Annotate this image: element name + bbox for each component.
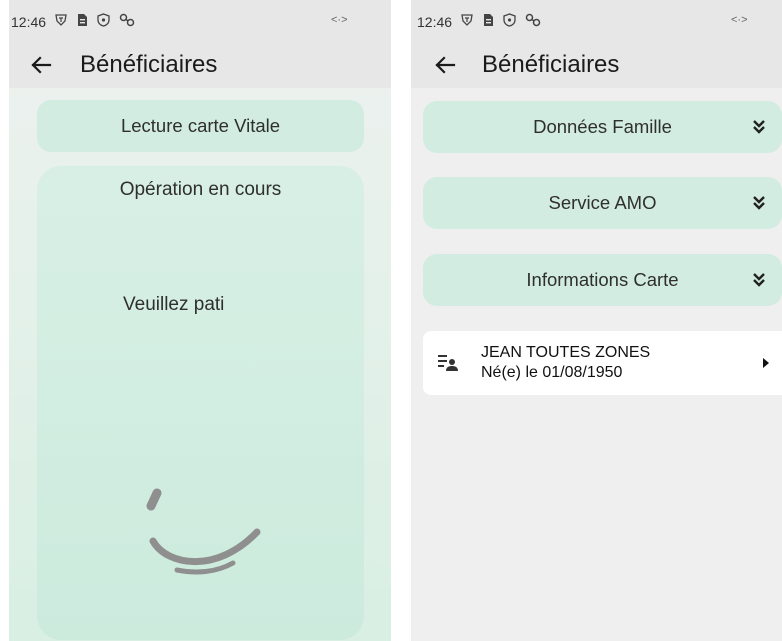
page-title: Bénéficiaires bbox=[482, 51, 620, 78]
sim-card-icon bbox=[77, 13, 88, 27]
beneficiary-name: JEAN TOUTES ZONES bbox=[481, 344, 651, 361]
app-bar: Bénéficiaires bbox=[411, 42, 782, 88]
page-title: Bénéficiaires bbox=[80, 51, 218, 78]
security-shield-icon bbox=[97, 13, 110, 27]
status-bar: 12:46 <·> bbox=[9, 0, 391, 42]
right-phone-screen: 12:46 <·> Bénéficiaires Données Famille bbox=[411, 0, 782, 641]
section-informations-carte[interactable]: Informations Carte bbox=[423, 254, 782, 306]
beneficiary-birth-date: Né(e) le 01/08/1950 bbox=[481, 364, 623, 381]
beneficiary-list-item[interactable]: JEAN TOUTES ZONES Né(e) le 01/08/1950 bbox=[423, 331, 782, 395]
shield-badge-icon bbox=[460, 13, 474, 27]
status-bar: 12:46 <·> bbox=[411, 0, 782, 42]
sim-card-icon bbox=[483, 13, 494, 27]
section-label: Informations Carte bbox=[526, 269, 679, 290]
section-label: Données Famille bbox=[533, 116, 672, 137]
operation-message: Veuillez pati bbox=[123, 294, 225, 315]
section-donnees-famille[interactable]: Données Famille bbox=[423, 101, 782, 153]
read-vitale-card-label: Lecture carte Vitale bbox=[120, 115, 281, 136]
status-icons bbox=[54, 13, 135, 27]
data-activity-indicator: <·> bbox=[331, 14, 348, 26]
status-icons bbox=[460, 13, 541, 27]
read-vitale-card-button[interactable]: Lecture carte Vitale bbox=[37, 100, 364, 152]
operation-in-progress-panel: Opération en cours Veuillez pati bbox=[37, 166, 364, 640]
link-icon bbox=[119, 13, 135, 27]
chevron-right-icon bbox=[763, 358, 769, 368]
security-shield-icon bbox=[503, 13, 516, 27]
person-list-icon bbox=[438, 355, 458, 371]
section-service-amo[interactable]: Service AMO bbox=[423, 177, 782, 229]
chevron-double-down-icon bbox=[753, 273, 765, 287]
operation-title: Opération en cours bbox=[119, 179, 282, 200]
back-arrow-icon[interactable] bbox=[432, 52, 458, 78]
back-arrow-icon[interactable] bbox=[28, 52, 54, 78]
link-icon bbox=[525, 13, 541, 27]
data-activity-indicator: <·> bbox=[731, 14, 748, 26]
left-phone-screen: 12:46 <·> Bénéficiaires Lecture carte Vi… bbox=[9, 0, 391, 641]
app-bar: Bénéficiaires bbox=[9, 42, 391, 88]
status-time: 12:46 bbox=[417, 14, 453, 30]
chevron-double-down-icon bbox=[753, 196, 765, 210]
status-time: 12:46 bbox=[11, 14, 47, 30]
shield-badge-icon bbox=[54, 13, 68, 27]
loading-spinner-icon bbox=[146, 488, 261, 575]
section-label: Service AMO bbox=[548, 192, 657, 213]
chevron-double-down-icon bbox=[753, 120, 765, 134]
